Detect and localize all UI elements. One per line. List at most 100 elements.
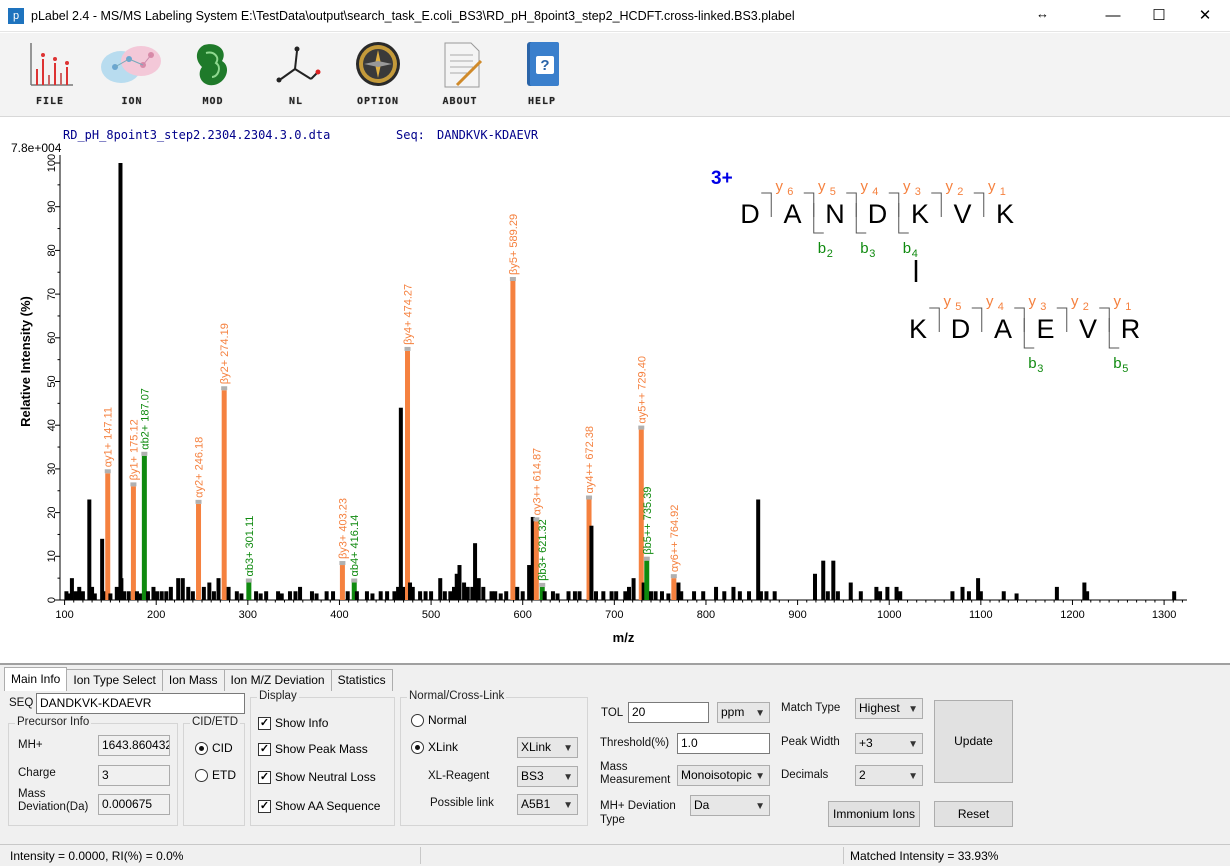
xlink-radio-dot <box>411 740 424 754</box>
xl-reagent-label: XL-Reagent <box>428 770 490 782</box>
y-ion-index: 5 <box>830 186 836 198</box>
etd-radio-dot <box>195 768 208 782</box>
unmatched-peak <box>309 591 314 600</box>
reset-button[interactable]: Reset <box>934 801 1013 827</box>
tol-unit-select[interactable]: ppm ▼ <box>717 702 770 723</box>
tab-ion-type-select[interactable]: Ion Type Select <box>66 669 163 691</box>
unmatched-peak <box>398 407 403 600</box>
possible-link-select[interactable]: A5B1 ▼ <box>517 794 578 815</box>
seq-input[interactable]: DANDKVK-KDAEVR <box>36 693 245 714</box>
minimize-button[interactable]: — <box>1090 0 1136 32</box>
file-tool-button[interactable]: FILE <box>17 39 83 115</box>
y-ion-index: 3 <box>1040 301 1046 313</box>
mass-measurement-select[interactable]: Monoisotopic ▼ <box>677 765 770 786</box>
unmatched-peak <box>370 593 375 600</box>
unmatched-peak <box>692 591 697 600</box>
y-ion-label: y <box>986 293 994 310</box>
nl-tool-button[interactable]: NL <box>263 39 329 115</box>
unmatched-peak <box>354 591 359 600</box>
b-ion-index: 4 <box>912 248 918 260</box>
decimals-select[interactable]: 2 ▼ <box>855 765 923 786</box>
show-neutral-loss-checkbox[interactable]: ✓ Show Neutral Loss <box>258 770 376 784</box>
close-button[interactable]: ✕ <box>1182 0 1228 32</box>
option-tool-label: OPTION <box>356 96 400 107</box>
unmatched-peak <box>831 560 836 600</box>
charge-field[interactable]: 3 <box>98 765 170 786</box>
cid-radio[interactable]: CID <box>195 741 233 755</box>
show-aa-sequence-checkbox[interactable]: ✓ Show AA Sequence <box>258 799 380 813</box>
unmatched-peak <box>1054 586 1059 600</box>
tab-ion-mz-deviation[interactable]: Ion M/Z Deviation <box>223 669 332 691</box>
etd-radio[interactable]: ETD <box>195 768 236 782</box>
mh-deviation-type-select[interactable]: Da ▼ <box>690 795 770 816</box>
unmatched-peak <box>966 591 971 600</box>
spectrum-file-icon <box>30 43 73 86</box>
help-tool-button[interactable]: ? HELP <box>509 39 575 115</box>
unmatched-peak <box>772 591 777 600</box>
show-peak-mass-checkbox[interactable]: ✓ Show Peak Mass <box>258 742 368 756</box>
y-tick-label: 30 <box>46 463 58 475</box>
xl-reagent-value: BS3 <box>521 769 544 783</box>
mh-deviation-type-value: Da <box>694 798 710 812</box>
update-button[interactable]: Update <box>934 700 1013 783</box>
unmatched-peak <box>164 591 169 600</box>
y-tick-label: 60 <box>46 332 58 344</box>
unmatched-peak <box>190 591 195 600</box>
ion-tool-button[interactable]: ION <box>99 39 165 115</box>
tab-ion-mass[interactable]: Ion Mass <box>161 669 225 691</box>
unmatched-peak <box>653 591 658 600</box>
b-fragment-bracket <box>1108 318 1120 349</box>
threshold-label: Threshold(%) <box>600 737 670 749</box>
peak-annotation-label: αy2+ 246.18 <box>194 437 206 498</box>
normal-radio[interactable]: Normal <box>411 713 467 727</box>
spectrum-area[interactable]: 100 200 300 400 500 600 700 800 900 1000 1100 1200 1… <box>0 118 1230 663</box>
xlink-select[interactable]: XLink ▼ <box>517 737 578 758</box>
peak-annotation-label: αb4+ 416.14 <box>349 515 361 577</box>
immonium-ions-button[interactable]: Immonium Ions <box>828 801 920 827</box>
unmatched-peak <box>80 591 85 600</box>
tol-input[interactable]: 20 <box>628 702 709 723</box>
peak-label-marker <box>339 561 346 566</box>
unmatched-peak <box>659 591 664 600</box>
peak-annotation-label: αy5++ 729.40 <box>636 356 648 424</box>
spectrum-chart[interactable]: 100 200 300 400 500 600 700 800 900 1000 1100 1200 1… <box>0 118 1230 663</box>
unmatched-peak <box>679 591 684 600</box>
xlink-radio[interactable]: XLink <box>411 740 458 754</box>
peak-label-marker <box>586 495 593 500</box>
mod-tool-button[interactable]: MOD <box>180 39 246 115</box>
sequence-residue: D <box>868 199 888 229</box>
unmatched-peak <box>504 591 509 600</box>
threshold-input[interactable]: 1.0 <box>677 733 770 754</box>
y-ion-index: 1 <box>1125 301 1131 313</box>
unmatched-peak <box>550 591 555 600</box>
xl-reagent-select[interactable]: BS3 ▼ <box>517 766 578 787</box>
unmatched-peak <box>465 586 470 600</box>
y-ion-label: y <box>861 178 869 195</box>
option-tool-button[interactable]: OPTION <box>345 39 411 115</box>
about-tool-button[interactable]: ABOUT <box>427 39 493 115</box>
unmatched-peak <box>211 591 216 600</box>
unmatched-peak <box>589 525 594 600</box>
peak-label-marker <box>130 482 137 487</box>
show-info-checkbox[interactable]: ✓ Show Info <box>258 716 328 730</box>
unmatched-peak <box>279 593 284 600</box>
y-fragment-bracket <box>971 307 983 332</box>
peak-label-marker <box>141 451 148 456</box>
b-ion-index: 3 <box>869 248 875 260</box>
match-type-select[interactable]: Highest ▼ <box>855 698 923 719</box>
b-ion-label: b <box>818 240 826 257</box>
unmatched-peak <box>825 591 830 600</box>
chevron-down-icon: ▼ <box>908 739 918 750</box>
maximize-button[interactable]: ☐ <box>1136 0 1182 32</box>
mh-field[interactable]: 1643.860432 <box>98 735 170 756</box>
unmatched-peak <box>442 591 447 600</box>
tab-statistics[interactable]: Statistics <box>330 669 393 691</box>
x-tick-label: 600 <box>514 609 532 621</box>
peak-width-select[interactable]: +3 ▼ <box>855 733 923 754</box>
mass-deviation-field[interactable]: 0.000675 <box>98 794 170 815</box>
unmatched-peak <box>1085 591 1090 600</box>
tab-main-info[interactable]: Main Info <box>4 667 68 691</box>
tol-label: TOL <box>601 707 624 719</box>
peak-label-marker <box>643 556 650 561</box>
unmatched-peak <box>848 582 853 600</box>
